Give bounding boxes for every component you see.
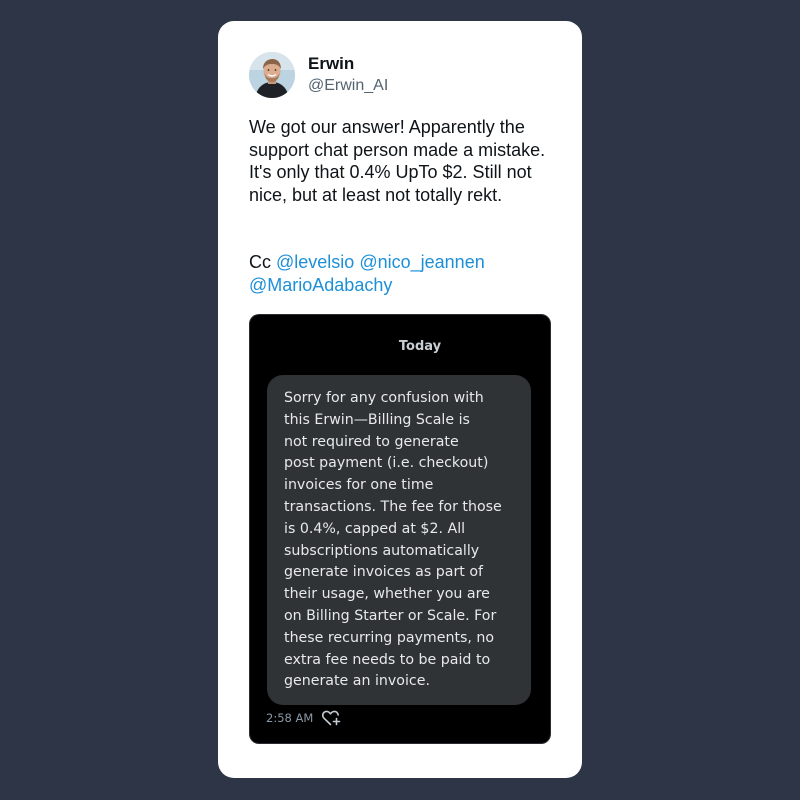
mention-nico-jeannen[interactable]: @nico_jeannen [359,252,484,272]
author-avatar[interactable] [249,52,295,98]
heart-plus-icon[interactable] [321,709,341,727]
chat-screenshot-image[interactable]: Today Sorry for any confusion with this … [249,314,551,744]
avatar-photo-icon [249,52,295,98]
mention-mario-adabachy[interactable]: @MarioAdabachy [249,275,392,295]
chat-message-bubble: Sorry for any confusion with this Erwin—… [267,375,531,705]
cc-label: Cc [249,252,271,272]
author-name[interactable]: Erwin [308,54,354,74]
tweet-cc-line: Cc @levelsio @nico_jeannen @MarioAdabach… [249,251,559,296]
chat-message-time: 2:58 AM [266,711,314,725]
page-background: Erwin @Erwin_AI We got our answer! Appar… [0,0,800,800]
tweet-text: We got our answer! Apparently the suppor… [249,117,546,205]
author-handle[interactable]: @Erwin_AI [308,76,388,96]
chat-message-text: Sorry for any confusion with this Erwin—… [284,390,502,690]
chat-date-label: Today [398,339,442,354]
mention-levelsio[interactable]: @levelsio [276,252,354,272]
tweet-card: Erwin @Erwin_AI We got our answer! Appar… [218,21,582,778]
